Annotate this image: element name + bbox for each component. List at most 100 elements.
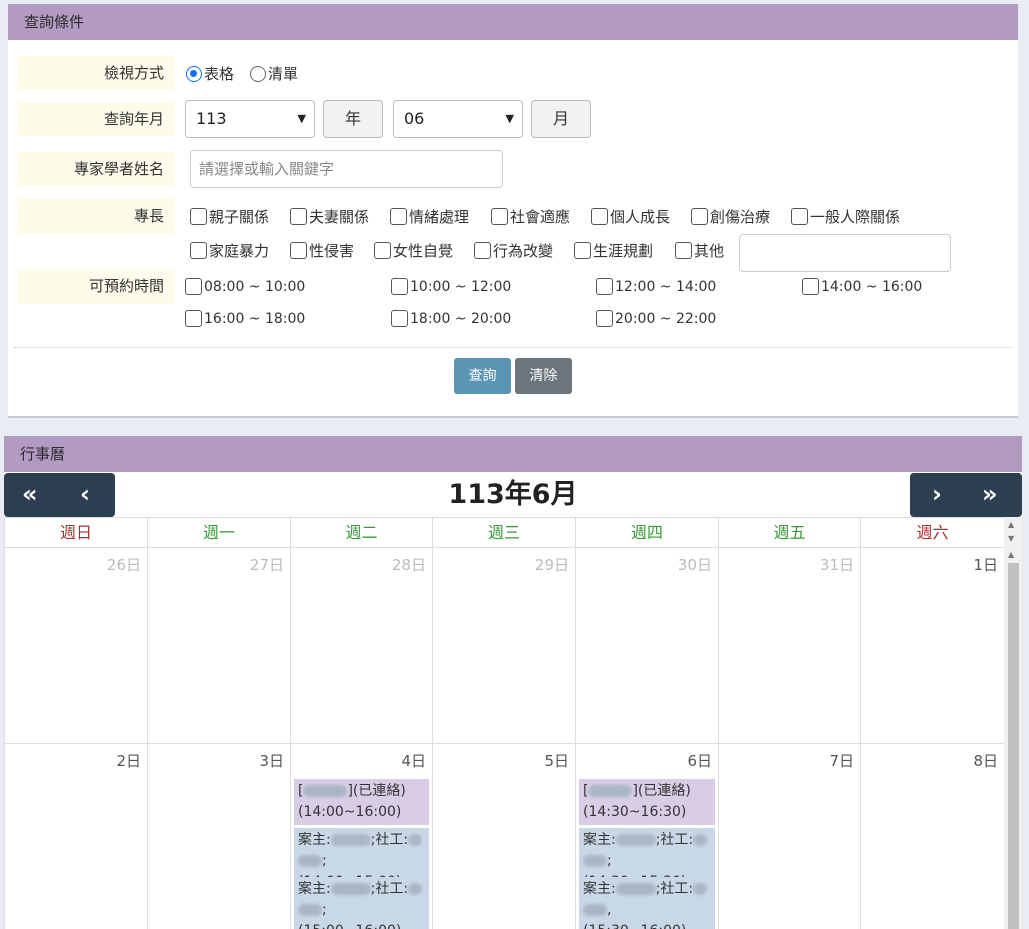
time-slot-checkbox[interactable]: 16:00 ~ 18:00 bbox=[185, 308, 305, 329]
checkbox-icon[interactable] bbox=[596, 278, 613, 295]
checkbox-icon[interactable] bbox=[290, 242, 307, 259]
weekday-wed: 週三 bbox=[432, 517, 575, 547]
checkbox-icon[interactable] bbox=[675, 242, 692, 259]
checkbox-icon[interactable] bbox=[290, 208, 307, 225]
view-list-radio[interactable]: 清單 bbox=[250, 63, 298, 84]
checkbox-icon[interactable] bbox=[185, 278, 202, 295]
specialty-checkbox[interactable]: 女性自覺 bbox=[374, 240, 453, 261]
specialty-checkbox[interactable]: 親子關係 bbox=[190, 206, 269, 227]
checkbox-icon[interactable] bbox=[691, 208, 708, 225]
weekday-thu: 週四 bbox=[575, 517, 718, 547]
day-cell[interactable]: 31日 bbox=[718, 547, 860, 743]
calendar-scrollbar[interactable]: ▲ bbox=[1004, 547, 1022, 929]
day-cell[interactable]: 3日 bbox=[147, 743, 290, 929]
specialty-checkbox[interactable]: 性侵害 bbox=[290, 240, 354, 261]
header-scrollbar[interactable]: ▲ ▼ bbox=[1004, 517, 1022, 547]
month-select[interactable]: 06 ▼ bbox=[393, 100, 523, 138]
time-slot-checkbox[interactable]: 14:00 ~ 16:00 bbox=[802, 276, 922, 297]
checkbox-icon[interactable] bbox=[185, 310, 202, 327]
expert-label: 專家學者姓名 bbox=[18, 152, 174, 186]
specialty-checkbox[interactable]: 夫妻關係 bbox=[290, 206, 369, 227]
redacted-text bbox=[298, 855, 322, 867]
checkbox-icon[interactable] bbox=[391, 310, 408, 327]
time-slot-checkbox[interactable]: 10:00 ~ 12:00 bbox=[391, 276, 511, 297]
redacted-text bbox=[298, 904, 322, 916]
time-slot-checkbox[interactable]: 12:00 ~ 14:00 bbox=[596, 276, 716, 297]
specialty-checkbox[interactable]: 家庭暴力 bbox=[190, 240, 269, 261]
year-month-label: 查詢年月 bbox=[18, 102, 174, 136]
specialty-checkbox[interactable]: 個人成長 bbox=[591, 206, 670, 227]
clear-button[interactable]: 清除 bbox=[515, 358, 572, 394]
view-table-radio[interactable]: 表格 bbox=[186, 63, 234, 84]
specialty-other-input[interactable] bbox=[739, 234, 951, 272]
search-button[interactable]: 查詢 bbox=[454, 358, 511, 394]
day-cell[interactable]: 1日 bbox=[860, 547, 1004, 743]
scroll-down-icon[interactable]: ▼ bbox=[1008, 534, 1014, 543]
scroll-up-icon[interactable]: ▲ bbox=[1008, 520, 1014, 529]
next-month-button[interactable]: › bbox=[932, 479, 942, 509]
event-appointment[interactable]: 案主:;社工: ;(15:00~16:00) bbox=[294, 877, 429, 929]
redacted-text bbox=[408, 834, 423, 846]
checkbox-icon[interactable] bbox=[474, 242, 491, 259]
redacted-text bbox=[583, 855, 607, 867]
checkbox-icon[interactable] bbox=[574, 242, 591, 259]
day-cell[interactable]: 30日 bbox=[575, 547, 718, 743]
event-appointment[interactable]: [](已連絡) (14:00~16:00) bbox=[294, 779, 429, 825]
specialty-checkbox[interactable]: 創傷治療 bbox=[691, 206, 770, 227]
chevron-down-icon: ▼ bbox=[297, 112, 306, 125]
weekday-sun: 週日 bbox=[4, 517, 147, 547]
chevron-down-icon: ▼ bbox=[505, 112, 514, 125]
specialty-checkbox[interactable]: 一般人際關係 bbox=[791, 206, 900, 227]
weekday-sat: 週六 bbox=[860, 517, 1004, 547]
month-button[interactable]: 月 bbox=[531, 100, 591, 138]
expert-search-input[interactable]: 請選擇或輸入關鍵字 bbox=[190, 150, 503, 188]
specialty-checkbox[interactable]: 情緒處理 bbox=[390, 206, 469, 227]
checkbox-icon[interactable] bbox=[190, 208, 207, 225]
time-slot-checkbox[interactable]: 20:00 ~ 22:00 bbox=[596, 308, 716, 329]
calendar-panel-title: 行事曆 bbox=[4, 436, 1022, 472]
redacted-text bbox=[615, 883, 656, 895]
checkbox-icon[interactable] bbox=[491, 208, 508, 225]
view-mode-row: 檢視方式 表格 清單 bbox=[18, 56, 1008, 90]
day-cell[interactable]: 28日 bbox=[290, 547, 432, 743]
time-slot-checkbox[interactable]: 18:00 ~ 20:00 bbox=[391, 308, 511, 329]
time-slot-checkbox[interactable]: 08:00 ~ 10:00 bbox=[185, 276, 305, 297]
day-cell[interactable]: 2日 bbox=[4, 743, 147, 929]
redacted-text bbox=[330, 834, 371, 846]
event-appointment[interactable]: [](已連絡) (14:30~16:30) bbox=[579, 779, 715, 825]
checkbox-icon[interactable] bbox=[596, 310, 613, 327]
day-cell[interactable]: 5日 bbox=[432, 743, 575, 929]
specialty-checkbox[interactable]: 生涯規劃 bbox=[574, 240, 653, 261]
day-cell[interactable]: 26日 bbox=[4, 547, 147, 743]
checkbox-icon[interactable] bbox=[791, 208, 808, 225]
redacted-text bbox=[583, 904, 607, 916]
checkbox-icon[interactable] bbox=[374, 242, 391, 259]
radio-checked-icon[interactable] bbox=[186, 65, 202, 82]
specialty-checkbox[interactable]: 行為改變 bbox=[474, 240, 553, 261]
day-cell[interactable]: 8日 bbox=[860, 743, 1004, 929]
scrollbar-thumb[interactable] bbox=[1008, 563, 1019, 929]
redacted-text bbox=[588, 785, 633, 797]
specialty-label: 專長 bbox=[18, 198, 174, 234]
day-cell[interactable]: 6日 [](已連絡) (14:30~16:30) 案主:;社工: ;(14:30… bbox=[575, 743, 718, 929]
checkbox-icon[interactable] bbox=[591, 208, 608, 225]
event-appointment[interactable]: 案主:;社工: ,(15:30~16:00) bbox=[579, 877, 715, 929]
radio-unchecked-icon[interactable] bbox=[250, 65, 266, 82]
redacted-text bbox=[303, 785, 348, 797]
scroll-up-icon[interactable]: ▲ bbox=[1008, 550, 1014, 559]
day-cell[interactable]: 7日 bbox=[718, 743, 860, 929]
checkbox-icon[interactable] bbox=[390, 208, 407, 225]
checkbox-icon[interactable] bbox=[190, 242, 207, 259]
specialty-checkbox-other[interactable]: 其他 bbox=[675, 240, 724, 261]
checkbox-icon[interactable] bbox=[391, 278, 408, 295]
calendar-panel: 行事曆 « ‹ 113年6月 › » 週日 週一 週二 週三 週四 週五 週六 … bbox=[4, 436, 1022, 929]
year-select[interactable]: 113 ▼ bbox=[185, 100, 315, 138]
day-cell[interactable]: 27日 bbox=[147, 547, 290, 743]
next-year-button[interactable]: » bbox=[982, 479, 998, 509]
day-cell[interactable]: 29日 bbox=[432, 547, 575, 743]
day-cell[interactable]: 4日 [](已連絡) (14:00~16:00) 案主:;社工: ;(14:00… bbox=[290, 743, 432, 929]
year-button[interactable]: 年 bbox=[323, 100, 383, 138]
specialty-checkbox[interactable]: 社會適應 bbox=[491, 206, 570, 227]
checkbox-icon[interactable] bbox=[802, 278, 819, 295]
specialty-row: 專長 親子關係 夫妻關係 情緒處理 社會適應 個人成長 創傷治療 一般人際關係 … bbox=[18, 198, 1008, 272]
